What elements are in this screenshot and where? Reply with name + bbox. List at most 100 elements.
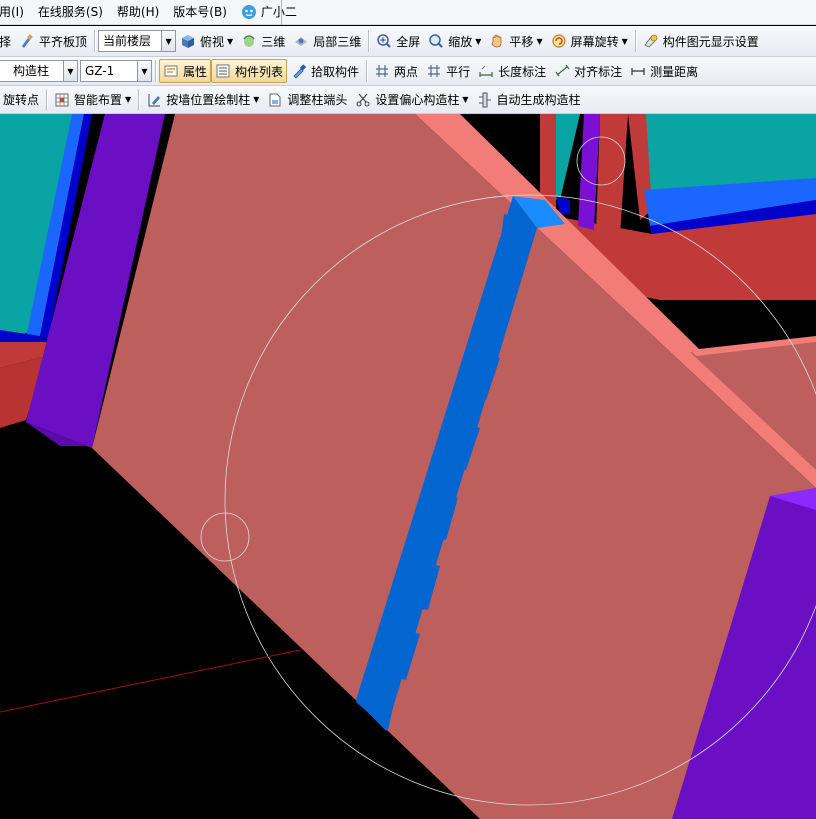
caret-down-icon[interactable]: ▼ bbox=[227, 37, 233, 46]
caret-down-icon[interactable]: ▼ bbox=[125, 95, 131, 104]
three-d-label: 三维 bbox=[261, 34, 286, 49]
toolbar-divider bbox=[155, 60, 156, 82]
auto-generate-label: 自动生成构造柱 bbox=[496, 93, 581, 107]
rotate-3d-icon bbox=[241, 33, 257, 49]
toolbar-draw: 旋转点 智能布置 ▼ 按墙位置绘制柱 ▼ 调整柱端头 设置偏心构造柱 ▼ 自动生… bbox=[0, 86, 816, 114]
draw-by-wall-button[interactable]: 按墙位置绘制柱 ▼ bbox=[142, 88, 263, 112]
menu-help[interactable]: 帮助(H) bbox=[117, 0, 163, 25]
dimension-icon bbox=[478, 63, 494, 79]
toolbar-divider bbox=[634, 30, 636, 52]
align-slab-top-button[interactable]: 平齐板顶 bbox=[15, 29, 91, 53]
scissors-icon bbox=[355, 92, 371, 108]
two-points-button[interactable]: 两点 bbox=[370, 59, 422, 83]
measure-distance-button[interactable]: 测量距离 bbox=[626, 59, 702, 83]
document-icon bbox=[267, 92, 283, 108]
chevron-down-icon[interactable]: ▼ bbox=[63, 61, 77, 81]
component-list-label: 构件列表 bbox=[235, 64, 284, 79]
model-canvas[interactable] bbox=[0, 114, 816, 819]
caret-down-icon[interactable]: ▼ bbox=[622, 37, 628, 46]
zoom-label: 缩放 bbox=[448, 34, 473, 49]
zoom-icon bbox=[428, 33, 444, 49]
length-dim-button[interactable]: 长度标注 bbox=[474, 59, 550, 83]
display-settings-label: 构件图元显示设置 bbox=[662, 34, 759, 49]
component-type-select[interactable]: 构造柱 ▼ bbox=[0, 60, 78, 82]
pan-button[interactable]: 平移 ▼ bbox=[485, 29, 546, 53]
smart-layout-label: 智能布置 bbox=[74, 93, 123, 107]
properties-label: 属性 bbox=[183, 64, 208, 79]
measure-distance-label: 测量距离 bbox=[650, 64, 699, 79]
menu-online-service[interactable]: 在线服务(S) bbox=[38, 0, 107, 25]
caret-down-icon[interactable]: ▼ bbox=[475, 37, 481, 46]
toolbar-divider bbox=[366, 60, 368, 82]
menu-assistant-label: 广小二 bbox=[260, 4, 297, 19]
local-3d-label: 局部三维 bbox=[313, 34, 362, 49]
floor-scope-value: 当前楼层 bbox=[103, 34, 152, 48]
aligned-dim-label: 对齐标注 bbox=[574, 64, 623, 79]
two-points-icon bbox=[374, 63, 390, 79]
caret-down-icon[interactable]: ▼ bbox=[253, 95, 259, 104]
chevron-down-icon[interactable]: ▼ bbox=[161, 31, 176, 51]
menu-version[interactable]: 版本号(B) bbox=[173, 0, 231, 25]
parallel-icon bbox=[426, 63, 442, 79]
aligned-dim-icon bbox=[554, 63, 570, 79]
ruler-icon bbox=[630, 63, 646, 79]
caret-down-icon[interactable]: ▼ bbox=[536, 37, 542, 46]
local-3d-icon bbox=[293, 33, 309, 49]
screen-rotate-button[interactable]: 屏幕旋转 ▼ bbox=[547, 29, 632, 53]
three-d-button[interactable]: 三维 bbox=[237, 29, 289, 53]
eyedropper-icon bbox=[291, 63, 307, 79]
draw-by-wall-label: 按墙位置绘制柱 bbox=[166, 93, 251, 107]
component-type-value: 构造柱 bbox=[13, 64, 50, 78]
toolbar-divider bbox=[368, 30, 370, 52]
fullscreen-icon bbox=[376, 33, 392, 49]
top-view-button[interactable]: 俯视 ▼ bbox=[176, 29, 237, 53]
display-settings-button[interactable]: 构件图元显示设置 bbox=[639, 29, 763, 53]
column-icon bbox=[477, 92, 493, 108]
zoom-button[interactable]: 缩放 ▼ bbox=[424, 29, 485, 53]
top-view-label: 俯视 bbox=[200, 34, 225, 49]
rotate-point-label: 旋转点 bbox=[3, 93, 40, 107]
set-eccentric-label: 设置偏心构造柱 bbox=[375, 93, 460, 107]
hand-icon bbox=[489, 33, 505, 49]
smart-layout-button[interactable]: 智能布置 ▼ bbox=[50, 88, 135, 112]
brush-icon bbox=[19, 33, 35, 49]
select-button[interactable]: 择 bbox=[0, 29, 15, 53]
chevron-down-icon[interactable]: ▼ bbox=[137, 61, 151, 81]
component-name-value: GZ-1 bbox=[85, 64, 115, 78]
toolbar-divider bbox=[46, 88, 48, 111]
rotate-point-button[interactable]: 旋转点 bbox=[0, 88, 43, 112]
rotate-icon bbox=[551, 33, 567, 49]
auto-generate-button[interactable]: 自动生成构造柱 bbox=[473, 88, 585, 112]
menu-bar: 用(I) 在线服务(S) 帮助(H) 版本号(B) 广小二 bbox=[0, 0, 816, 25]
properties-button[interactable]: 属性 bbox=[159, 59, 212, 83]
adjust-column-end-label: 调整柱端头 bbox=[287, 93, 348, 107]
aligned-dim-button[interactable]: 对齐标注 bbox=[550, 59, 626, 83]
toolbar-view: 择 平齐板顶 当前楼层 ▼ 俯视 ▼ 三维 局部三维 全屏 缩放 ▼ 平移 ▼ … bbox=[0, 26, 816, 57]
properties-icon bbox=[163, 63, 179, 79]
component-name-select[interactable]: GZ-1 ▼ bbox=[80, 60, 152, 82]
local-3d-button[interactable]: 局部三维 bbox=[289, 29, 365, 53]
pan-label: 平移 bbox=[509, 34, 534, 49]
grid-icon bbox=[54, 92, 70, 108]
set-eccentric-button[interactable]: 设置偏心构造柱 ▼ bbox=[351, 88, 472, 112]
pick-component-label: 拾取构件 bbox=[311, 64, 360, 79]
model-viewport[interactable] bbox=[0, 114, 816, 819]
toolbar-component: 构造柱 ▼ GZ-1 ▼ 属性 构件列表 拾取构件 两点 平行 长度标注 对齐标… bbox=[0, 57, 816, 86]
select-label: 择 bbox=[0, 34, 12, 49]
pick-component-button[interactable]: 拾取构件 bbox=[287, 59, 363, 83]
parallel-button[interactable]: 平行 bbox=[422, 59, 474, 83]
fullscreen-button[interactable]: 全屏 bbox=[372, 29, 424, 53]
caret-down-icon[interactable]: ▼ bbox=[462, 95, 468, 104]
toolbar-divider bbox=[138, 88, 140, 111]
menu-tools[interactable]: 用(I) bbox=[0, 0, 28, 25]
fullscreen-label: 全屏 bbox=[396, 34, 421, 49]
menu-assistant[interactable]: 广小二 bbox=[241, 0, 301, 25]
component-list-button[interactable]: 构件列表 bbox=[211, 59, 288, 83]
parallel-label: 平行 bbox=[446, 64, 471, 79]
pencil-icon bbox=[146, 92, 162, 108]
floor-scope-select[interactable]: 当前楼层 ▼ bbox=[98, 30, 177, 52]
settings-icon bbox=[643, 33, 659, 49]
adjust-column-end-button[interactable]: 调整柱端头 bbox=[263, 88, 351, 112]
length-dim-label: 长度标注 bbox=[498, 64, 547, 79]
list-icon bbox=[215, 63, 231, 79]
